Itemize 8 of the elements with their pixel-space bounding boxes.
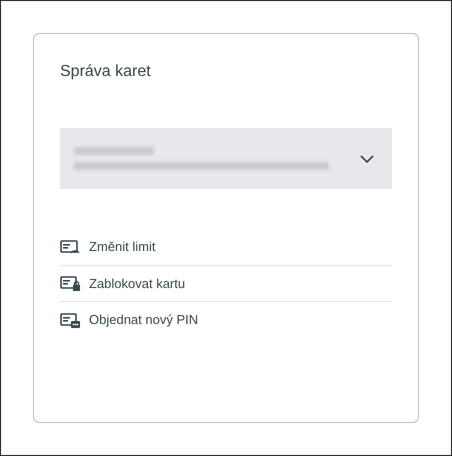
card-select[interactable] <box>60 128 392 189</box>
action-link[interactable]: Zablokovat kartu <box>60 266 392 302</box>
card-pin-icon <box>60 312 80 328</box>
card-title: Správa karet <box>60 62 152 82</box>
card-lock-icon <box>60 275 80 292</box>
action-link[interactable]: Změnit limit <box>60 229 392 266</box>
action-link[interactable]: Objednat nový PIN <box>60 302 392 338</box>
card-gauge-icon <box>60 238 80 255</box>
